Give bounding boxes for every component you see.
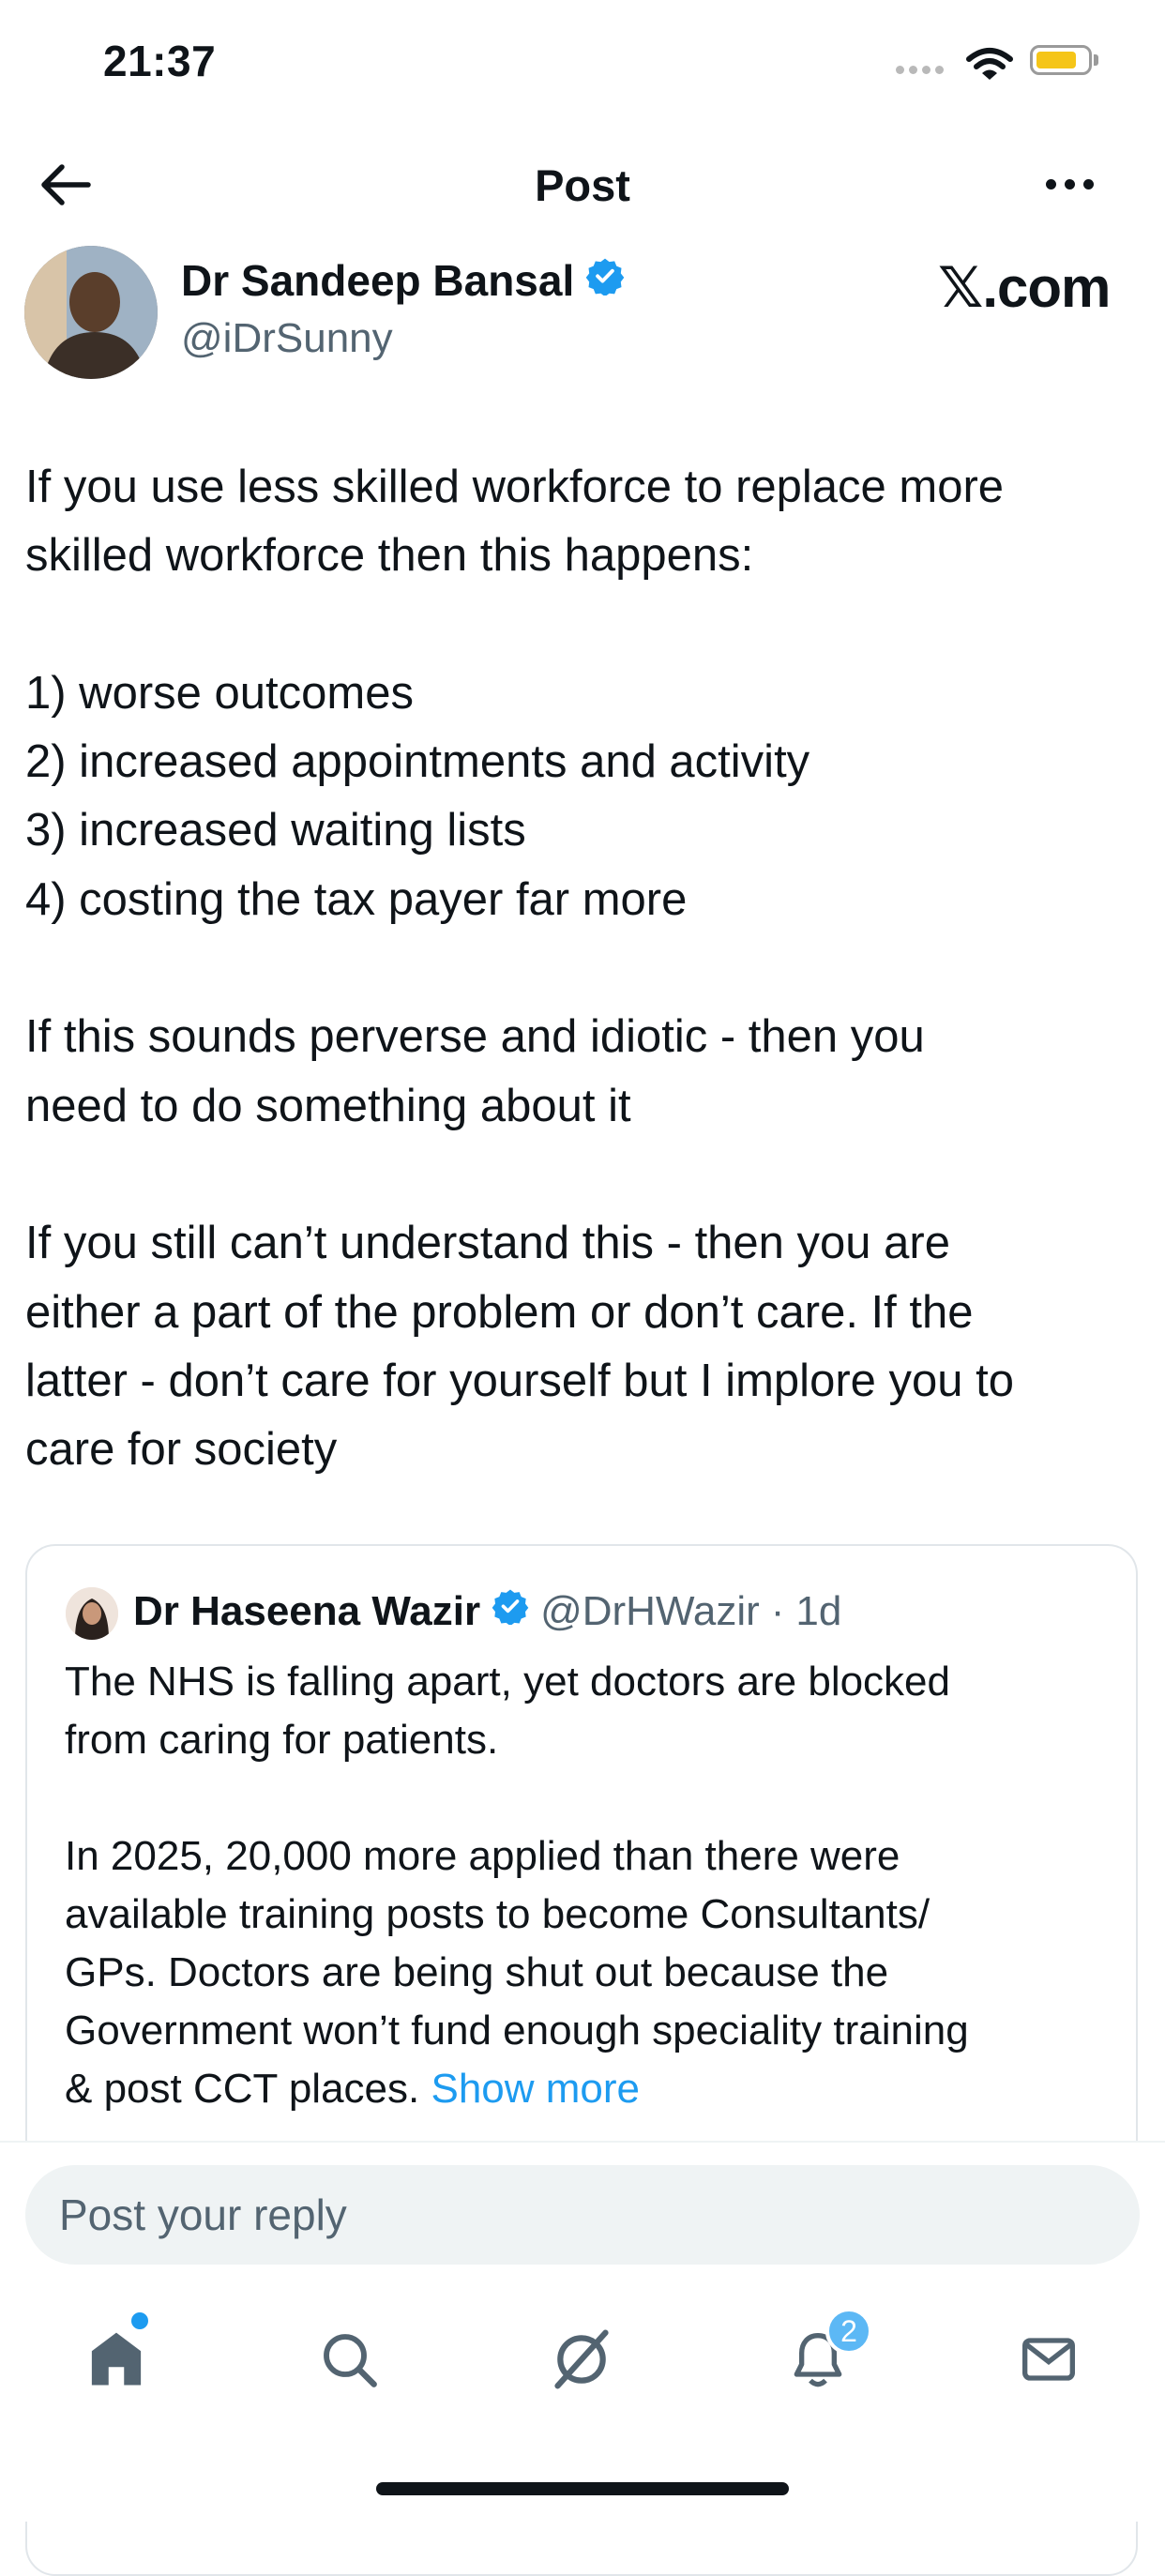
tweet-line: latter - don’t care for yourself but I i… [25, 1355, 1014, 1406]
messages-icon[interactable] [1011, 2322, 1086, 2397]
tweet-line: need to do something about it [25, 1080, 631, 1131]
tweet-line: skilled workforce then this happens: [25, 530, 754, 582]
tweet-line: 2) increased appointments and activity [25, 736, 810, 788]
grok-icon[interactable] [544, 2322, 619, 2397]
home-icon[interactable] [79, 2322, 154, 2397]
author-name[interactable]: Dr Sandeep Bansal [181, 255, 625, 306]
show-more-link[interactable]: Show more [431, 2066, 640, 2112]
tweet-text: If you use less skilled workforce to rep… [25, 453, 1151, 1484]
separator-dot: · [770, 1587, 785, 1634]
verified-badge-icon [585, 255, 625, 306]
author-handle[interactable]: @iDrSunny [181, 315, 393, 362]
tweet-line: If this sounds perverse and idiotic - th… [25, 1011, 925, 1063]
quote-line: available training posts to become Consu… [65, 1891, 930, 1937]
tweet-line: either a part of the problem or don’t ca… [25, 1286, 974, 1338]
battery-cap [1094, 54, 1098, 66]
avatar[interactable] [24, 246, 158, 379]
quoted-post-header: Dr Haseena Wazir @DrHWazir · 1d [133, 1587, 841, 1635]
quoted-post-time: 1d [795, 1587, 842, 1634]
quote-line: GPs. Doctors are being shut out because … [65, 1949, 889, 1995]
home-new-dot [131, 2312, 148, 2329]
tweet-line: 4) costing the tax payer far more [25, 873, 688, 925]
reply-placeholder: Post your reply [59, 2190, 347, 2239]
verified-badge-icon [492, 1587, 529, 1635]
quote-line: & post CCT places. Show more [65, 2060, 1115, 2118]
tweet-line: If you use less skilled workforce to rep… [25, 462, 1005, 512]
quote-line: The NHS is falling apart, yet doctors ar… [65, 1659, 951, 1705]
quoted-post-text: The NHS is falling apart, yet doctors ar… [65, 1653, 1115, 2118]
quote-line: Government won’t fund enough speciality … [65, 2008, 969, 2053]
back-arrow-icon[interactable] [38, 158, 92, 217]
more-options-icon[interactable] [1046, 179, 1094, 189]
tweet-line: 3) increased waiting lists [25, 805, 526, 856]
author-name-text: Dr Sandeep Bansal [181, 256, 575, 305]
tweet-line: If you still can’t understand this - the… [25, 1218, 950, 1269]
quoted-author-name[interactable]: Dr Haseena Wazir [133, 1588, 480, 1635]
quoted-author-handle[interactable]: @DrHWazir [540, 1588, 760, 1635]
xcom-watermark: 𝕏.com [938, 256, 1111, 319]
quoted-author-avatar[interactable] [66, 1587, 118, 1640]
quote-line: from caring for patients. [65, 1717, 499, 1763]
tweet-line: 1) worse outcomes [25, 667, 414, 719]
home-indicator[interactable] [376, 2482, 789, 2495]
status-time: 21:37 [103, 37, 217, 85]
tweet-line: care for society [25, 1424, 338, 1476]
battery-icon [1030, 45, 1092, 75]
page-title: Post [535, 160, 630, 210]
quote-line: In 2025, 20,000 more applied than there … [65, 1833, 900, 1879]
cellular-signal-icon [896, 66, 944, 74]
quote-last-line: & post CCT places. [65, 2066, 431, 2112]
search-icon[interactable] [311, 2322, 386, 2397]
wifi-icon [966, 47, 1013, 87]
notifications-count-badge: 2 [825, 2308, 872, 2355]
